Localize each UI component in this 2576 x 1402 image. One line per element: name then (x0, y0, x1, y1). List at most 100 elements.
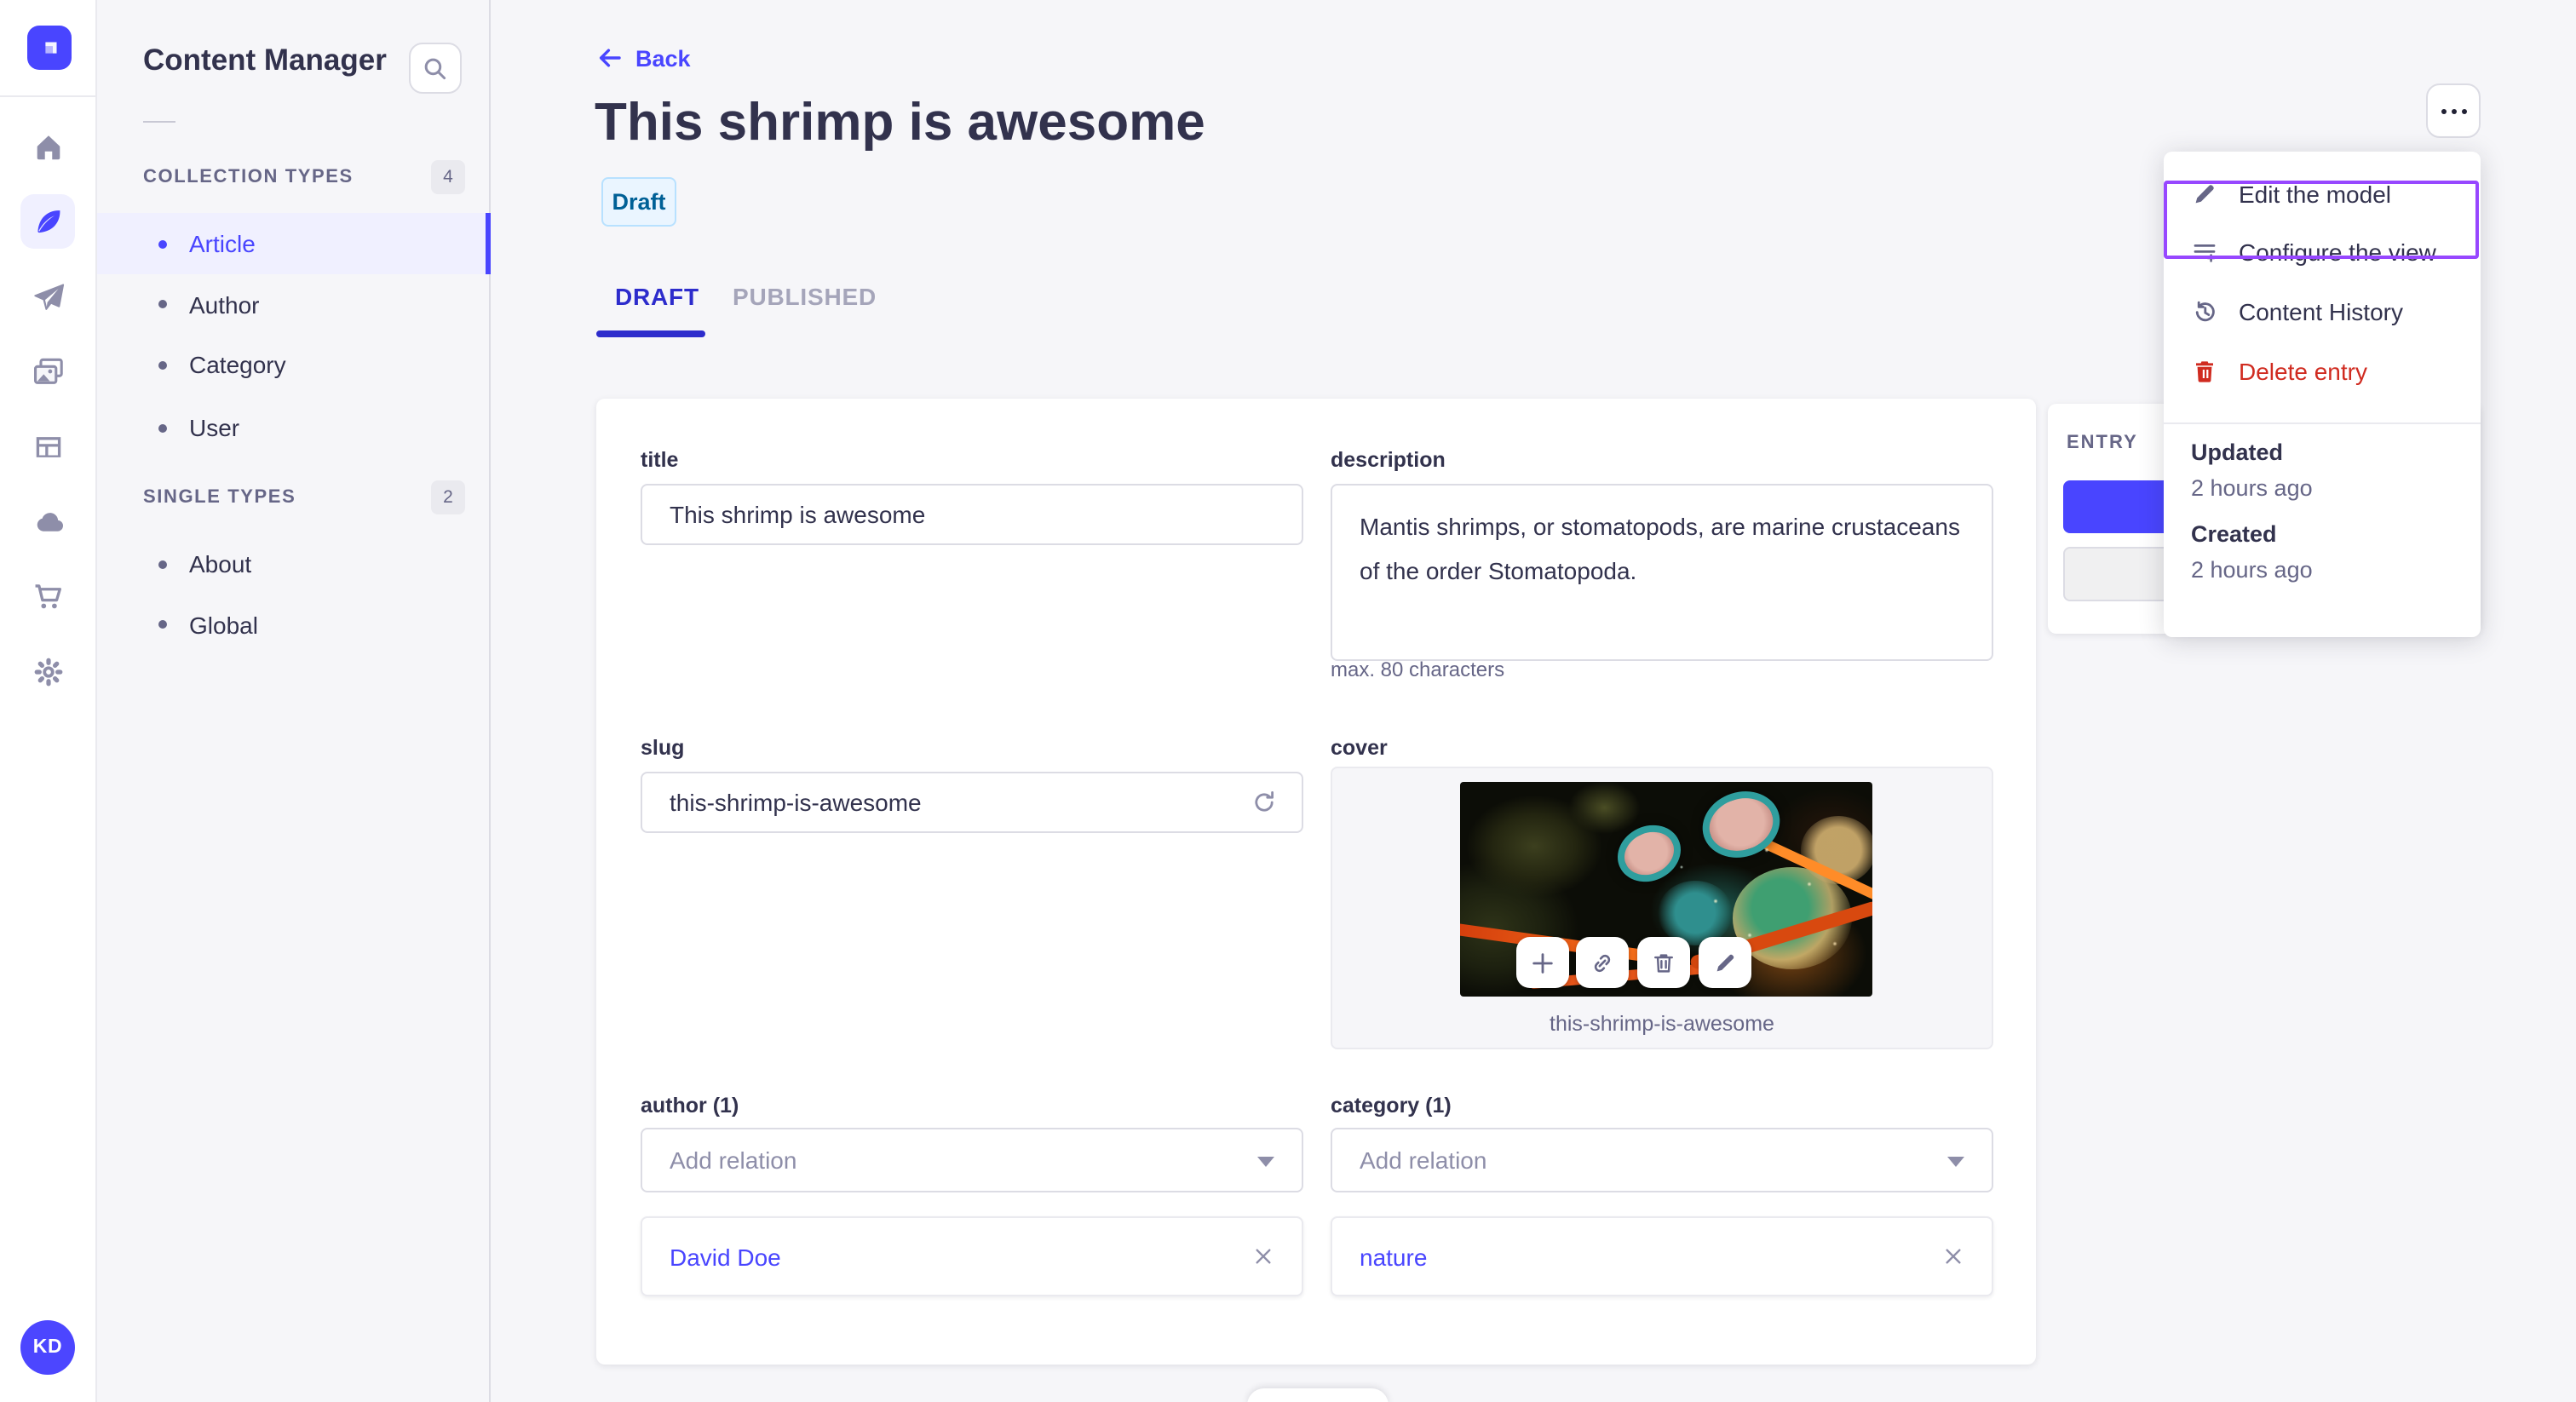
remove-relation-button[interactable] (1942, 1245, 1964, 1267)
settings-gear-icon (33, 657, 62, 686)
category-label: category (1) (1331, 1094, 1452, 1118)
nav-content-type-builder-button[interactable] (20, 419, 75, 474)
content-manager-subnav: Content Manager COLLECTION TYPES 4 Artic… (97, 0, 491, 1402)
pencil-icon (1716, 953, 1734, 971)
user-avatar[interactable]: KD (20, 1320, 75, 1375)
close-icon (1256, 1249, 1271, 1264)
more-options-button[interactable] (2426, 83, 2481, 138)
created-label: Created (2191, 521, 2277, 547)
menu-item-edit-model[interactable]: Edit the model (2164, 165, 2481, 223)
close-icon (1946, 1249, 1961, 1264)
updated-value: 2 hours ago (2191, 475, 2313, 501)
bullet-icon (158, 560, 167, 568)
status-badge: Draft (601, 177, 676, 227)
sidebar-item-category[interactable]: Category (97, 334, 491, 395)
sidebar-item-article[interactable]: Article (97, 213, 491, 274)
menu-item-label: Delete entry (2239, 358, 2367, 385)
page-title: This shrimp is awesome (595, 92, 1205, 152)
sidebar-item-label: Author (189, 290, 260, 318)
plus-icon (1532, 952, 1553, 973)
remove-relation-button[interactable] (1252, 1245, 1274, 1267)
sidebar-item-about[interactable]: About (97, 533, 491, 595)
cover-media-field: this-shrimp-is-awesome (1331, 767, 1993, 1049)
relation-link[interactable]: David Doe (670, 1243, 781, 1270)
add-media-button[interactable] (1516, 937, 1569, 988)
app-root: KD Content Manager COLLECTION TYPES 4 Ar… (0, 0, 2576, 1402)
active-indicator (486, 213, 491, 274)
copy-link-button[interactable] (1576, 937, 1629, 988)
nav-deploy-button[interactable] (20, 494, 75, 549)
nav-media-library-button[interactable] (20, 344, 75, 399)
content-manager-feather-icon (37, 209, 60, 233)
back-link[interactable]: Back (596, 44, 691, 72)
pencil-icon (2191, 181, 2218, 208)
main-navbar: KD (0, 0, 97, 1402)
category-relation-combobox[interactable]: Add relation (1331, 1128, 1993, 1192)
author-relation-combobox[interactable]: Add relation (641, 1128, 1303, 1192)
delete-media-button[interactable] (1637, 937, 1690, 988)
menu-item-configure-view[interactable]: Configure the view (2164, 223, 2481, 281)
navbar-divider (0, 95, 95, 97)
bullet-icon (158, 360, 167, 369)
menu-divider (2164, 422, 2481, 424)
menu-item-content-history[interactable]: Content History (2164, 283, 2481, 341)
description-textarea[interactable]: Mantis shrimps, or stomatopods, are mari… (1331, 484, 1993, 661)
single-types-header: SINGLE TYPES (143, 487, 296, 508)
tab-draft[interactable]: DRAFT (615, 283, 699, 310)
subnav-title: Content Manager (143, 43, 387, 77)
regenerate-slug-button[interactable] (1244, 773, 1285, 831)
marketplace-cart-icon (34, 583, 60, 608)
entry-form-card: title This shrimp is awesome description… (596, 399, 2036, 1365)
subnav-divider (143, 121, 175, 123)
sidebar-item-author[interactable]: Author (97, 273, 491, 335)
sidebar-item-label: Article (189, 230, 256, 257)
bullet-icon (158, 423, 167, 432)
sidebar-item-label: Category (189, 351, 286, 378)
nav-releases-button[interactable] (20, 269, 75, 324)
sidebar-item-label: User (189, 414, 240, 441)
author-label: author (1) (641, 1094, 739, 1118)
sidebar-item-user[interactable]: User (97, 397, 491, 458)
trash-icon (1654, 953, 1673, 972)
configure-list-icon (2191, 238, 2218, 266)
search-icon (424, 57, 446, 79)
created-value: 2 hours ago (2191, 557, 2313, 583)
tab-published[interactable]: PUBLISHED (733, 283, 877, 310)
description-label: description (1331, 448, 1446, 472)
scroll-pill[interactable] (1247, 1388, 1389, 1402)
nav-content-manager-button[interactable] (20, 194, 75, 249)
paper-plane-icon (33, 283, 64, 309)
layout-builder-icon (35, 436, 60, 457)
nav-marketplace-button[interactable] (20, 569, 75, 623)
search-button[interactable] (409, 43, 462, 94)
media-library-icon (33, 357, 62, 383)
title-label: title (641, 448, 679, 472)
home-icon (36, 135, 60, 159)
strapi-logo[interactable] (27, 26, 72, 70)
menu-item-delete-entry[interactable]: Delete entry (2164, 342, 2481, 400)
history-clock-icon (2191, 298, 2218, 325)
cover-label: cover (1331, 736, 1388, 760)
entry-panel-label: ENTRY (2067, 433, 2138, 453)
entry-options-menu: Edit the model Configure the view Conten… (2164, 152, 2481, 637)
category-relation-item: nature (1331, 1216, 1993, 1296)
menu-item-label: Edit the model (2239, 181, 2391, 208)
active-tab-underline (596, 330, 705, 336)
bullet-icon (158, 620, 167, 629)
trash-icon (2191, 358, 2218, 385)
back-label: Back (635, 45, 691, 71)
edit-media-button[interactable] (1699, 937, 1751, 988)
author-relation-item: David Doe (641, 1216, 1303, 1296)
nav-settings-button[interactable] (20, 644, 75, 698)
link-icon (1594, 953, 1611, 972)
collection-types-header: COLLECTION TYPES (143, 167, 354, 187)
slug-input[interactable]: this-shrimp-is-awesome (641, 772, 1303, 833)
relation-link[interactable]: nature (1360, 1243, 1427, 1270)
title-input[interactable]: This shrimp is awesome (641, 484, 1303, 545)
chevron-down-icon (1257, 1157, 1274, 1167)
sidebar-item-global[interactable]: Global (97, 594, 491, 655)
refresh-icon (1255, 791, 1274, 812)
dots-icon (2441, 108, 2446, 113)
nav-home-button[interactable] (20, 119, 75, 174)
cloud-icon (36, 512, 63, 531)
